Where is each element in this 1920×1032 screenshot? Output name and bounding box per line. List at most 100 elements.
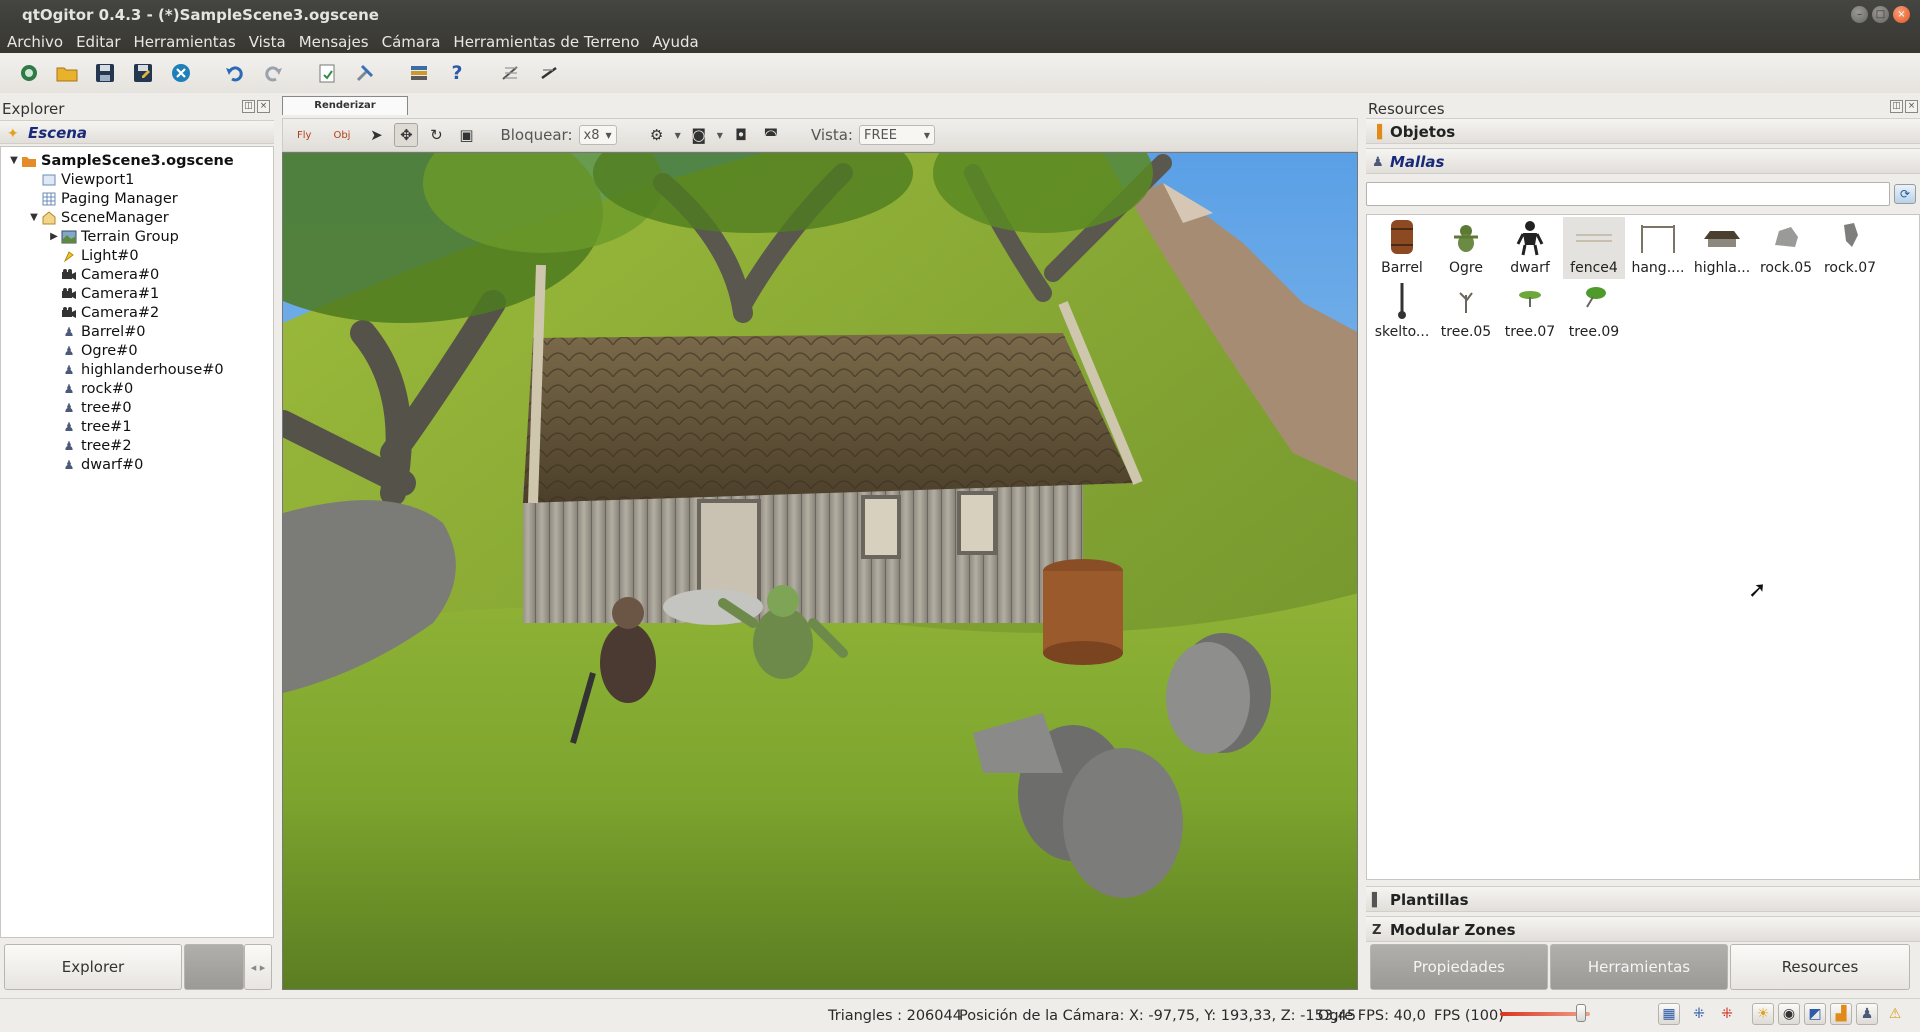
- tree-node-terrain-group[interactable]: ▶ Terrain Group: [47, 227, 179, 246]
- light-toggle-icon[interactable]: ☀: [1752, 1003, 1774, 1025]
- section-objetos[interactable]: ▐ Objetos: [1366, 118, 1920, 144]
- section-modular-zones[interactable]: Z Modular Zones: [1366, 916, 1920, 942]
- tree-node-paging-manager[interactable]: Paging Manager: [27, 189, 178, 208]
- fps-slider-handle[interactable]: [1576, 1004, 1586, 1022]
- rotate-icon[interactable]: ↻: [424, 123, 448, 147]
- grid-view-icon[interactable]: ▦: [1658, 1003, 1680, 1025]
- undo-icon[interactable]: [220, 58, 250, 88]
- menu-vista[interactable]: Vista: [244, 33, 294, 51]
- mesh-item-barrel[interactable]: Barrel: [1371, 217, 1433, 279]
- remove-camera-icon[interactable]: ◚: [759, 123, 783, 147]
- tab-renderizar[interactable]: Renderizar: [282, 96, 408, 115]
- mesh-item-dwarf[interactable]: dwarf: [1499, 217, 1561, 279]
- warning-icon[interactable]: ⚠: [1884, 1003, 1906, 1025]
- tree-node-tree0[interactable]: ♟ tree#0: [47, 398, 132, 417]
- chart-toggle-icon[interactable]: ▟: [1830, 1003, 1852, 1025]
- tab-hidden[interactable]: [184, 944, 244, 990]
- mesh-item-ogre[interactable]: Ogre: [1435, 217, 1497, 279]
- snap-grid-icon[interactable]: ⁜: [1688, 1003, 1710, 1025]
- tree-node-tree1[interactable]: ♟ tree#1: [47, 417, 132, 436]
- terrain-toggle-icon[interactable]: ◩: [1804, 1003, 1826, 1025]
- mesh-item-highlanderhouse[interactable]: highla...: [1691, 217, 1753, 279]
- fly-mode-button[interactable]: Fly: [289, 130, 319, 141]
- menu-archivo[interactable]: Archivo: [2, 33, 71, 51]
- tab-resources[interactable]: Resources: [1730, 944, 1910, 990]
- help-icon[interactable]: ?: [442, 58, 472, 88]
- tab-propiedades[interactable]: Propiedades: [1370, 944, 1548, 990]
- close-scene-icon[interactable]: [166, 58, 196, 88]
- chevron-down-icon[interactable]: ▼: [717, 131, 723, 140]
- menu-mensajes[interactable]: Mensajes: [294, 33, 377, 51]
- scene-section-header[interactable]: ✦ Escena: [0, 120, 274, 144]
- lock-select[interactable]: x8 ▼: [578, 125, 617, 145]
- tab-herramientas[interactable]: Herramientas: [1550, 944, 1728, 990]
- add-camera-icon[interactable]: ◘: [729, 123, 753, 147]
- new-scene-icon[interactable]: [14, 58, 44, 88]
- entity-toggle-icon[interactable]: ♟: [1856, 1003, 1878, 1025]
- menu-camara[interactable]: Cámara: [377, 33, 449, 51]
- camera-toggle-icon[interactable]: ◉: [1778, 1003, 1800, 1025]
- move-icon[interactable]: ✥: [394, 123, 419, 147]
- menu-herramientas[interactable]: Herramientas: [129, 33, 244, 51]
- import-icon[interactable]: [312, 58, 342, 88]
- resources-close-button[interactable]: ×: [1905, 100, 1918, 113]
- render-viewport[interactable]: [282, 152, 1358, 990]
- select-arrow-icon[interactable]: ➤: [364, 123, 388, 147]
- tree-node-tree2[interactable]: ♟ tree#2: [47, 436, 132, 455]
- collapse-arrow-icon[interactable]: ▼: [27, 212, 41, 223]
- mesh-search-input[interactable]: [1366, 182, 1890, 206]
- tree-node-scene-file[interactable]: ▼ SampleScene3.ogscene: [7, 151, 234, 170]
- redo-icon[interactable]: [258, 58, 288, 88]
- mesh-item-rock05[interactable]: rock.05: [1755, 217, 1817, 279]
- tab-explorer[interactable]: Explorer: [4, 944, 182, 990]
- close-window-button[interactable]: ×: [1893, 6, 1910, 23]
- snap-red-icon[interactable]: ⁜: [1716, 1003, 1738, 1025]
- save-icon[interactable]: [90, 58, 120, 88]
- settings-icon[interactable]: [350, 58, 380, 88]
- minimize-button[interactable]: –: [1851, 6, 1868, 23]
- tree-node-barrel0[interactable]: ♟ Barrel#0: [47, 322, 146, 341]
- chevron-down-icon[interactable]: ▼: [675, 131, 681, 140]
- terrain-edit-icon[interactable]: [496, 58, 526, 88]
- tree-node-camera0[interactable]: Camera#0: [47, 265, 159, 284]
- tree-node-scene-manager[interactable]: ▼ SceneManager: [27, 208, 169, 227]
- view-select[interactable]: FREE ▼: [858, 125, 935, 145]
- tree-node-camera1[interactable]: Camera#1: [47, 284, 159, 303]
- section-plantillas[interactable]: ▌ Plantillas: [1366, 886, 1920, 912]
- resources-float-button[interactable]: ◫: [1890, 100, 1903, 113]
- save-as-icon[interactable]: [128, 58, 158, 88]
- obj-mode-button[interactable]: Obj: [325, 130, 358, 141]
- tree-node-ogre0[interactable]: ♟ Ogre#0: [47, 341, 138, 360]
- mesh-item-tree07[interactable]: tree.07: [1499, 281, 1561, 343]
- section-mallas[interactable]: ♟ Mallas: [1366, 148, 1920, 174]
- terrain-tool-icon[interactable]: [534, 58, 564, 88]
- tree-node-light0[interactable]: Light#0: [47, 246, 139, 265]
- maximize-button[interactable]: □: [1872, 6, 1889, 23]
- mouse-cursor-icon: ➚: [1748, 578, 1767, 603]
- refresh-icon[interactable]: ⟳: [1894, 184, 1916, 204]
- mesh-item-hang[interactable]: hang....: [1627, 217, 1689, 279]
- menu-herramientas-terreno[interactable]: Herramientas de Terreno: [448, 33, 647, 51]
- explorer-float-button[interactable]: ◫: [242, 100, 255, 113]
- tree-node-highlanderhouse0[interactable]: ♟ highlanderhouse#0: [47, 360, 224, 379]
- plugins-icon[interactable]: [404, 58, 434, 88]
- menu-ayuda[interactable]: Ayuda: [647, 33, 706, 51]
- camera-view-icon[interactable]: ◙: [687, 123, 711, 147]
- mesh-item-tree09[interactable]: tree.09: [1563, 281, 1625, 343]
- tab-scroll-arrows[interactable]: ◂ ▸: [244, 944, 272, 990]
- open-folder-icon[interactable]: [52, 58, 82, 88]
- snap-icon[interactable]: ⚙: [645, 123, 669, 147]
- mesh-item-rock07[interactable]: rock.07: [1819, 217, 1881, 279]
- mesh-item-fence4[interactable]: fence4: [1563, 217, 1625, 279]
- menu-editar[interactable]: Editar: [71, 33, 128, 51]
- tree-node-camera2[interactable]: Camera#2: [47, 303, 159, 322]
- tree-node-rock0[interactable]: ♟ rock#0: [47, 379, 134, 398]
- mesh-item-tree05[interactable]: tree.05: [1435, 281, 1497, 343]
- scale-icon[interactable]: ▣: [454, 123, 478, 147]
- collapse-arrow-icon[interactable]: ▼: [7, 155, 21, 166]
- tree-node-dwarf0[interactable]: ♟ dwarf#0: [47, 455, 144, 474]
- explorer-close-button[interactable]: ×: [257, 100, 270, 113]
- tree-node-viewport1[interactable]: Viewport1: [27, 170, 134, 189]
- mesh-item-skeleton[interactable]: skelto...: [1371, 281, 1433, 343]
- expand-arrow-icon[interactable]: ▶: [47, 231, 61, 242]
